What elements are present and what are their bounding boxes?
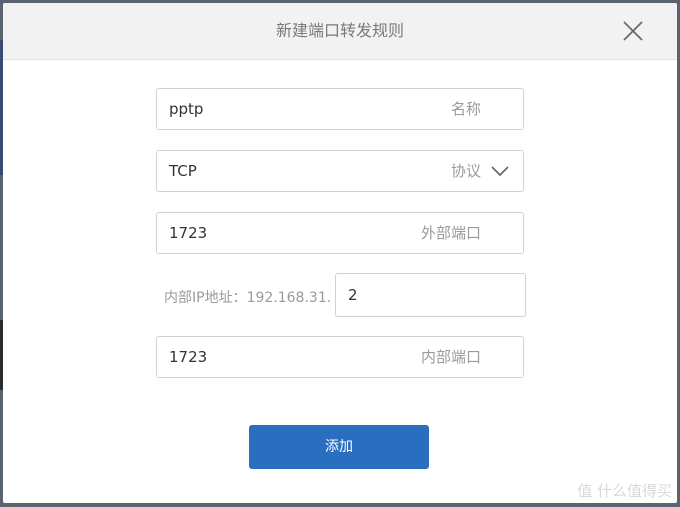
external-port-field[interactable]: 1723 外部端口 bbox=[156, 212, 524, 254]
add-button[interactable]: 添加 bbox=[249, 425, 429, 469]
external-port-value: 1723 bbox=[169, 224, 208, 242]
internal-port-value: 1723 bbox=[169, 348, 208, 366]
name-hint: 名称 bbox=[450, 100, 481, 118]
internal-port-hint: 内部端口 bbox=[420, 348, 481, 366]
protocol-value: TCP bbox=[169, 162, 197, 180]
internal-port-field[interactable]: 1723 内部端口 bbox=[156, 336, 524, 378]
protocol-select[interactable]: TCP 协议 bbox=[156, 150, 524, 192]
close-icon bbox=[623, 21, 643, 41]
port-forward-dialog: 新建端口转发规则 pptp 名称 TCP 协议 1723 外部端口 内部IP地址… bbox=[3, 3, 677, 503]
internal-ip-label: 内部IP地址：192.168.31. bbox=[164, 290, 332, 306]
close-button[interactable] bbox=[617, 15, 649, 47]
chevron-down-icon bbox=[491, 166, 509, 177]
name-input-value: pptp bbox=[169, 100, 204, 118]
name-field[interactable]: pptp 名称 bbox=[156, 88, 524, 130]
watermark: 值 什么值得买 bbox=[577, 482, 672, 500]
internal-ip-input[interactable]: 2 bbox=[335, 273, 526, 317]
external-port-hint: 外部端口 bbox=[420, 224, 481, 242]
internal-ip-value: 2 bbox=[348, 286, 358, 304]
dialog-title: 新建端口转发规则 bbox=[275, 21, 404, 40]
dialog-header: 新建端口转发规则 bbox=[3, 3, 677, 60]
protocol-hint: 协议 bbox=[450, 162, 481, 180]
